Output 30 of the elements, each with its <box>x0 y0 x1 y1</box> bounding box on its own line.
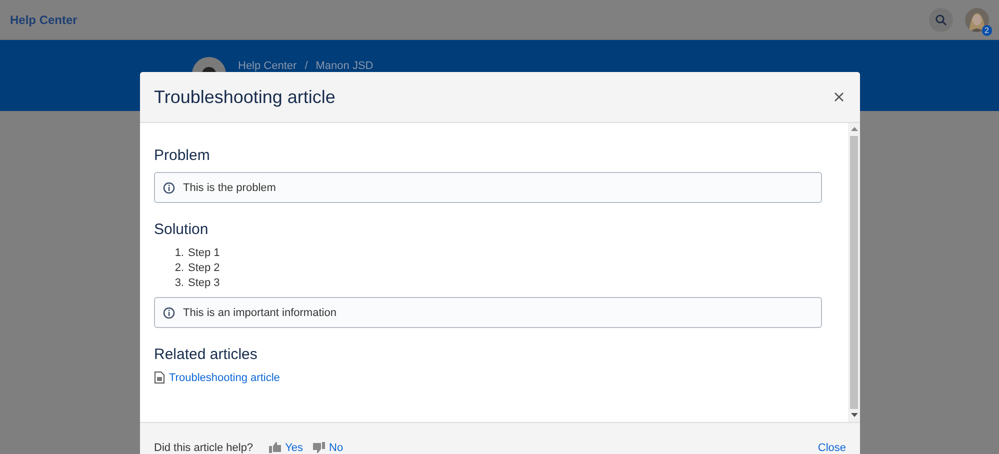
search-icon <box>935 14 947 26</box>
close-icon <box>834 92 844 102</box>
info-text: This is the problem <box>183 182 276 194</box>
step-number: 3. <box>174 276 184 291</box>
step-item: Step 3 <box>188 276 220 291</box>
no-button[interactable]: No <box>313 442 344 454</box>
info-text: This is an important information <box>183 306 336 318</box>
info-icon <box>163 306 175 318</box>
info-icon <box>163 182 175 194</box>
document-icon <box>154 371 165 384</box>
dialog-title: Troubleshooting article <box>154 86 336 108</box>
thumbs-down-icon <box>313 442 326 453</box>
close-link[interactable]: Close <box>818 442 846 454</box>
scroll-up-icon[interactable] <box>850 127 858 132</box>
section-heading: Related articles <box>154 346 258 363</box>
step-number: 2. <box>174 261 184 276</box>
step-item: Step 2 <box>188 261 220 276</box>
section-heading: Problem <box>154 147 211 164</box>
step-item: Step 1 <box>188 246 220 261</box>
feedback-question: Did this article help? <box>154 442 254 454</box>
thumbs-up-icon <box>269 442 282 453</box>
scroll-down-icon[interactable] <box>850 413 858 418</box>
help-center-link[interactable]: Help Center <box>10 12 78 26</box>
yes-button[interactable]: Yes <box>269 442 304 454</box>
article-link[interactable]: Troubleshooting article <box>169 372 280 384</box>
section-heading: Solution <box>154 221 210 238</box>
close-button[interactable] <box>832 90 846 104</box>
scrollbar[interactable] <box>848 123 860 422</box>
search-button[interactable] <box>929 8 953 32</box>
step-number: 1. <box>174 246 184 261</box>
